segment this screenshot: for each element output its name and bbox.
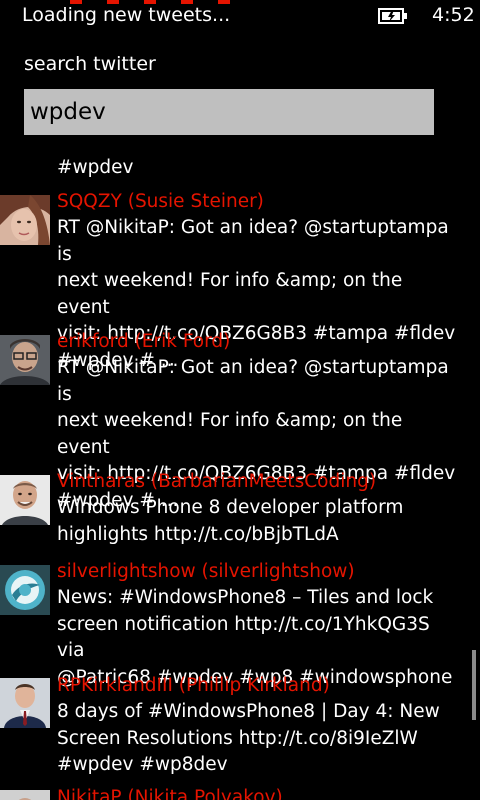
tweet-text: Windows Phone 8 developer platform highl… (57, 497, 404, 545)
avatar[interactable] (0, 790, 50, 800)
tweet-author[interactable]: NikitaP (Nikita Polyakov) (57, 786, 283, 800)
avatar[interactable] (0, 475, 50, 525)
avatar[interactable] (0, 195, 50, 245)
clock: 4:52 (432, 4, 475, 26)
tweet-author[interactable]: Vintharas (BarbarianMeetsCoding) (57, 470, 376, 494)
tweet-author[interactable]: RPKirklandIII (Phillip Kirkland) (57, 674, 330, 698)
loading-text: Loading new tweets... (22, 4, 231, 26)
tweet-text: 8 days of #WindowsPhone8 | Day 4: New Sc… (57, 701, 440, 775)
tweet-author[interactable]: erikford (Erik Ford) (57, 330, 230, 354)
avatar[interactable] (0, 335, 50, 385)
avatar[interactable] (0, 565, 50, 615)
battery-charging-icon (378, 8, 408, 24)
tweet-author[interactable]: silverlightshow (silverlightshow) (57, 560, 355, 584)
screen: Loading new tweets... 4:52 search twitte… (0, 0, 480, 800)
search-label: search twitter (24, 53, 156, 75)
search-input[interactable] (24, 89, 434, 135)
tweet-author[interactable]: SQQZY (Susie Steiner) (57, 190, 264, 214)
tweet-text: #wpdev (57, 157, 134, 178)
scrollbar[interactable] (472, 650, 476, 720)
status-bar: Loading new tweets... 4:52 (0, 0, 480, 34)
avatar[interactable] (0, 678, 50, 728)
